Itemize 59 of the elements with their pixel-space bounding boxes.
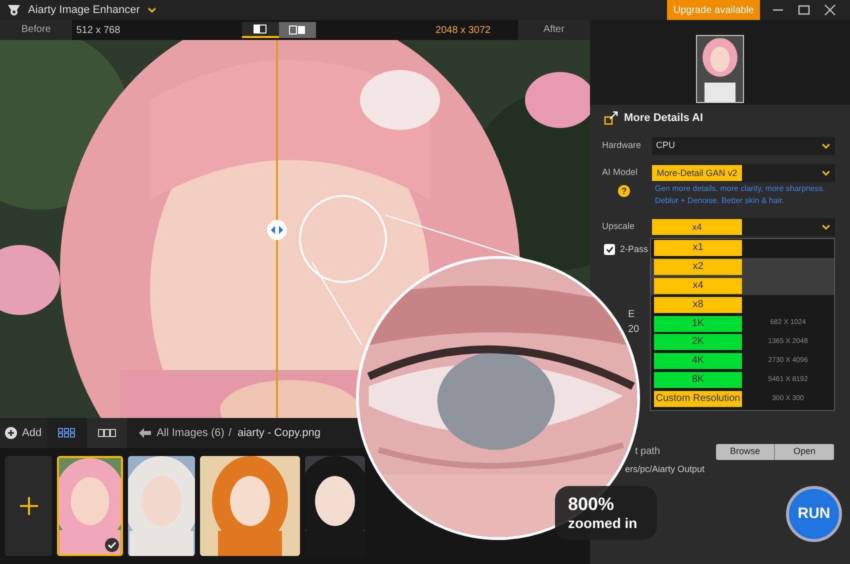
- menu-item[interactable]: x2: [651, 258, 834, 277]
- run-button[interactable]: RUN: [786, 486, 842, 542]
- setting-value: 20: [628, 322, 640, 336]
- plus-icon: [20, 497, 38, 515]
- plus-icon: [5, 427, 17, 439]
- back-arrow-icon[interactable]: [138, 428, 151, 438]
- path-button[interactable]: Open: [775, 444, 834, 460]
- menu-item[interactable]: x4: [651, 276, 834, 296]
- view-mode-button[interactable]: [86, 418, 127, 448]
- chevron-down-icon[interactable]: [146, 5, 157, 15]
- hardware-select[interactable]: CPU: [652, 137, 835, 155]
- image-thumbnail[interactable]: [128, 456, 195, 556]
- field-label: Upscale: [602, 220, 636, 234]
- enlarge-icon: [604, 111, 618, 125]
- breadcrumb-separator: /: [228, 426, 232, 441]
- select-value: x4: [652, 219, 742, 235]
- zoom-value: 800%: [568, 494, 616, 514]
- help-icon[interactable]: ?: [618, 185, 630, 197]
- output-path-label: t path: [635, 445, 660, 459]
- checkbox[interactable]: [604, 244, 615, 256]
- chevron-down-icon: [821, 168, 831, 178]
- side-by-side-icon: [289, 25, 306, 35]
- panel-title: More Details AI: [624, 110, 704, 126]
- setting-label: E: [628, 308, 635, 322]
- file-name: aiarty - Copy.png: [238, 426, 320, 441]
- after-label: After: [518, 20, 590, 40]
- model-description: Gen more details, more clarity, more sharpness. Deblur + Denoise. Better skin & hair.: [654, 183, 826, 207]
- checkmark-icon: [605, 245, 614, 254]
- upscale-select[interactable]: x4: [652, 218, 835, 236]
- view-mode-button[interactable]: [242, 22, 279, 38]
- close-icon[interactable]: [824, 4, 836, 16]
- zoom-caption: zoomed in: [568, 514, 638, 532]
- image-thumbnail[interactable]: [200, 456, 300, 556]
- menu-item[interactable]: x8: [651, 295, 834, 314]
- window-title: Aiarty Image Enhancer: [28, 2, 140, 18]
- menu-item[interactable]: x1: [651, 239, 834, 258]
- checkbox-label: 2-Pass: [620, 243, 648, 256]
- add-image-tile[interactable]: [5, 456, 52, 556]
- add-button[interactable]: Add: [0, 418, 47, 448]
- field-label: AI Model: [602, 166, 639, 180]
- model-select[interactable]: More-Detail GAN v2: [652, 164, 835, 182]
- field-label: Hardware: [602, 139, 642, 152]
- chevron-down-icon: [821, 141, 831, 151]
- before-label: Before: [0, 20, 72, 40]
- path-button[interactable]: Browse: [716, 444, 775, 460]
- select-value: CPU: [655, 139, 676, 152]
- chevron-down-icon: [821, 222, 831, 232]
- grid-view-icon: [58, 428, 76, 438]
- maximize-icon[interactable]: [798, 4, 810, 16]
- select-value: More-Detail GAN v2: [652, 165, 742, 181]
- output-path: ers/pc/Aiarty Output: [625, 462, 705, 476]
- app-logo-icon: [7, 4, 21, 16]
- check-badge-icon: [105, 538, 119, 552]
- image-size: 2048 x 3072: [436, 24, 492, 38]
- breadcrumb-link[interactable]: All Images (6): [156, 424, 224, 442]
- image-size: 512 x 768: [76, 24, 122, 38]
- image-thumbnail[interactable]: [57, 456, 123, 556]
- strip-view-icon: [98, 428, 116, 438]
- split-view-icon: [252, 24, 268, 34]
